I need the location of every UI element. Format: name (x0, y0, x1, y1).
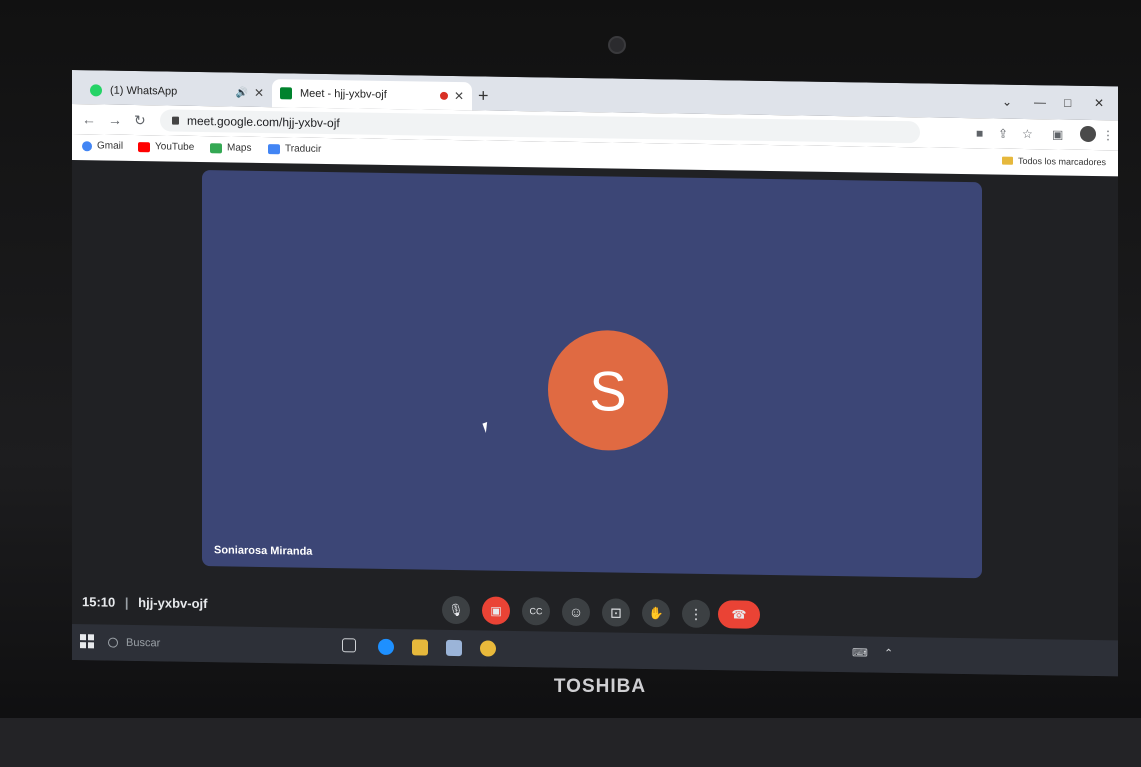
all-bookmarks-folder[interactable]: Todos los marcadores (1001, 155, 1106, 168)
camera-indicator-icon[interactable]: ■ (976, 126, 983, 140)
tray-chevron-icon[interactable]: ⌃ (884, 647, 893, 660)
participant-avatar: S (548, 329, 668, 452)
participant-name: Soniarosa Miranda (214, 544, 313, 558)
raise-hand-button[interactable]: ✋ (642, 598, 670, 628)
webcam (608, 36, 626, 54)
tab-label: Meet - hjj-yxbv-ojf (300, 87, 387, 101)
lock-icon[interactable] (172, 116, 179, 125)
bookmark-traducir[interactable]: Traducir (268, 143, 321, 155)
maximize-button[interactable]: □ (1064, 96, 1071, 110)
more-options-button[interactable]: ⋮ (682, 599, 710, 629)
bookmark-maps[interactable]: Maps (210, 142, 251, 154)
bookmark-label: Traducir (285, 143, 322, 155)
laptop-brand: TOSHIBA (553, 676, 647, 697)
youtube-icon (138, 141, 150, 152)
captions-icon: CC (529, 606, 543, 617)
laptop-bezel: (1) WhatsApp 🔊 ✕ Meet - hjj-yxbv-ojf ✕ +… (0, 0, 1141, 767)
meeting-code: hjj-yxbv-ojf (138, 595, 208, 612)
tab-whatsapp[interactable]: (1) WhatsApp 🔊 ✕ (82, 76, 272, 107)
forward-arrow-icon[interactable]: → (108, 112, 122, 128)
emoji-button[interactable]: ☺ (562, 597, 590, 627)
tab-search-chevron-icon[interactable]: ⌄ (1002, 95, 1012, 109)
mouse-cursor-icon (482, 421, 491, 434)
present-icon: ⊡ (610, 603, 622, 621)
keyboard-icon[interactable]: ⌨ (852, 646, 868, 659)
close-window-button[interactable]: ✕ (1094, 96, 1104, 110)
bookmark-youtube[interactable]: YouTube (138, 141, 194, 153)
meeting-info: 15:10 | hjj-yxbv-ojf (82, 594, 207, 611)
whatsapp-icon (90, 84, 102, 97)
bookmark-label: Gmail (97, 140, 124, 152)
menu-kebab-icon[interactable]: ⋮ (1102, 128, 1114, 142)
task-view-icon[interactable] (342, 638, 356, 653)
reload-icon[interactable]: ↻ (134, 112, 146, 129)
tab-label: (1) WhatsApp (110, 84, 178, 98)
captions-button[interactable]: CC (522, 597, 550, 626)
bookmark-gmail[interactable]: Gmail (82, 140, 123, 152)
back-arrow-icon[interactable]: ← (82, 111, 96, 127)
participant-tile[interactable]: S Soniarosa Miranda (202, 170, 982, 579)
laptop-hinge (0, 718, 1141, 767)
hand-icon: ✋ (648, 606, 664, 621)
end-call-icon: ☎ (731, 607, 747, 622)
search-icon (108, 637, 118, 648)
mail-icon[interactable] (446, 639, 462, 657)
new-tab-button[interactable]: + (478, 85, 489, 106)
close-tab-icon[interactable]: ✕ (254, 86, 264, 100)
edge-icon[interactable] (378, 638, 394, 656)
speaker-icon[interactable]: 🔊 (235, 87, 247, 98)
camera-off-icon: ▣ (490, 603, 502, 618)
google-icon (82, 140, 92, 151)
profile-avatar[interactable] (1080, 125, 1096, 143)
tab-meet[interactable]: Meet - hjj-yxbv-ojf ✕ (272, 79, 472, 111)
url-text: meet.google.com/hjj-yxbv-ojf (187, 113, 340, 131)
mic-icon: 🎙 (448, 602, 464, 618)
emoji-icon: ☺ (568, 603, 584, 621)
bookmark-star-icon[interactable]: ☆ (1022, 127, 1033, 141)
meet-icon (280, 87, 292, 100)
search-placeholder: Buscar (126, 636, 161, 650)
side-panel-icon[interactable]: ▣ (1052, 127, 1063, 141)
separator: | (124, 594, 129, 610)
taskbar-search[interactable]: Buscar (108, 631, 308, 658)
more-vert-icon: ⋮ (689, 605, 703, 622)
maps-icon (210, 142, 222, 153)
leave-call-button[interactable]: ☎ (718, 600, 760, 629)
close-tab-icon[interactable]: ✕ (454, 89, 464, 103)
recording-icon (439, 91, 448, 100)
windows-start-icon[interactable] (80, 634, 94, 649)
minimize-button[interactable]: — (1034, 95, 1046, 109)
folder-icon (1001, 156, 1013, 165)
chrome-icon[interactable] (480, 640, 496, 657)
present-button[interactable]: ⊡ (602, 598, 630, 627)
bookmark-label: Maps (227, 142, 252, 154)
bookmark-label: YouTube (155, 141, 195, 153)
screen: (1) WhatsApp 🔊 ✕ Meet - hjj-yxbv-ojf ✕ +… (72, 70, 1118, 677)
meet-stage: S Soniarosa Miranda 15:10 | hjj-yxbv-ojf… (72, 160, 1118, 677)
folder-icon[interactable] (412, 639, 428, 656)
mic-button[interactable]: 🎙 (442, 595, 470, 625)
share-icon[interactable]: ⇪ (998, 127, 1008, 141)
camera-off-button[interactable]: ▣ (482, 596, 510, 625)
meeting-time: 15:10 (82, 594, 116, 610)
translate-icon (268, 143, 280, 154)
all-bookmarks-label: Todos los marcadores (1017, 155, 1106, 168)
